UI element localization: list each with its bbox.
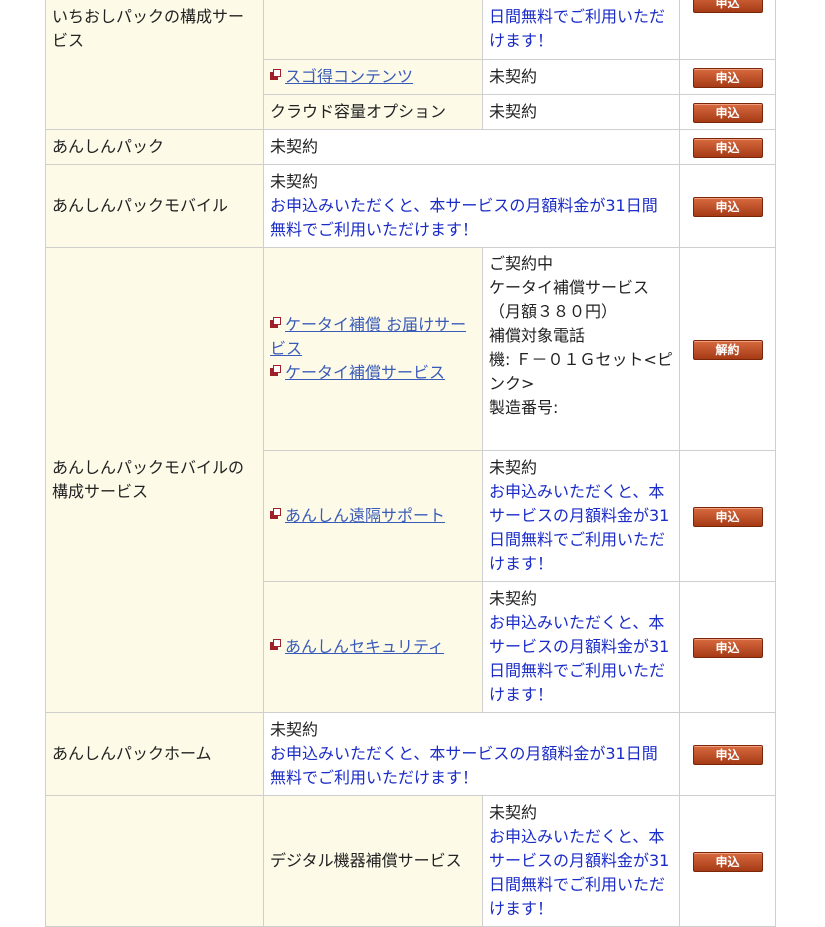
digital-group-label — [45, 795, 264, 927]
keitai-status: ご契約中 ケータイ補償サービス （月額３８０円） 補償対象電話 機: Ｆ－０１Ｇ… — [482, 247, 680, 451]
digital-service-message: お申込みいただくと、本サービスの月額料金が31日間無料でご利用いただけます！ — [489, 827, 670, 918]
table-row: デジタル機器補償サービス 未契約 お申込みいただくと、本サービスの月額料金が31… — [45, 795, 776, 927]
anshin-security-message: お申込みいただくと、本サービスの月額料金が31日間無料でご利用いただけます！ — [489, 613, 670, 704]
anshin-home-label: あんしんパックホーム — [45, 712, 264, 796]
cloud-option-apply-button[interactable]: 申込 — [692, 103, 763, 123]
table-row: いちおしパックの構成サービス 日間無料でご利用いただけます！ 申込 — [45, 0, 776, 130]
digital-service-apply-button[interactable]: 申込 — [692, 852, 763, 872]
digital-service-name: デジタル機器補償サービス — [263, 795, 483, 927]
keitai-hosho-link[interactable]: ケータイ補償サービス — [285, 363, 445, 382]
anshin-home-apply-button[interactable]: 申込 — [692, 745, 763, 765]
keitai-status-line: 補償対象電話 — [489, 326, 586, 345]
remote-support-status: 未契約 — [489, 458, 538, 477]
anshin-home-message: お申込みいただくと、本サービスの月額料金が31日間無料でご利用いただけます！ — [270, 744, 658, 787]
keitai-status-line: ご契約中 — [489, 254, 554, 273]
external-link-icon — [270, 508, 282, 520]
ichioshi-top-apply-button[interactable]: 申込 — [692, 0, 763, 13]
remote-support-message: お申込みいただくと、本サービスの月額料金が31日間無料でご利用いただけます！ — [489, 482, 670, 573]
external-link-icon — [270, 639, 282, 651]
external-link-icon — [270, 365, 282, 377]
sugotoku-status: 未契約 — [482, 59, 680, 95]
anshin-pack-status: 未契約 — [263, 129, 680, 165]
anshin-security-link[interactable]: あんしんセキュリティ — [285, 637, 444, 656]
anshin-security-apply-button[interactable]: 申込 — [692, 638, 763, 658]
keitai-status-line: （月額３８０円） — [489, 302, 618, 321]
external-link-icon — [270, 317, 282, 329]
anshin-mobile-apply-button[interactable]: 申込 — [692, 197, 763, 217]
ichioshi-components-label: いちおしパックの構成サービス — [45, 0, 264, 130]
anshin-security-status: 未契約 — [489, 589, 538, 608]
keitai-status-line: ケータイ補償サービス — [489, 278, 650, 297]
sugotoku-link[interactable]: スゴ得コンテンツ — [285, 67, 413, 86]
mobile-components-label: あんしんパックモバイルの構成サービス — [45, 247, 264, 713]
table-row: あんしんパック 未契約 申込 — [45, 129, 776, 165]
table-row: あんしんパックモバイルの構成サービス ケータイ補償 お届けサービス ケータイ補償… — [45, 247, 776, 713]
remote-support-link[interactable]: あんしん遠隔サポート — [285, 506, 445, 525]
service-table-container: いちおしパックの構成サービス 日間無料でご利用いただけます！ 申込 スゴ得コンテ… — [45, 0, 776, 927]
anshin-mobile-status: 未契約 — [270, 172, 319, 191]
cloud-option-name: クラウド容量オプション — [263, 94, 483, 130]
sugotoku-apply-button[interactable]: 申込 — [692, 68, 763, 88]
keitai-status-line: 製造番号: — [489, 398, 559, 417]
external-link-icon — [270, 69, 282, 81]
keitai-delivery-link[interactable]: ケータイ補償 お届けサービス — [270, 315, 466, 358]
keitai-status-line: 機: Ｆ－０１Ｇセット<ピンク> — [489, 350, 673, 393]
keitai-cancel-button[interactable]: 解約 — [692, 340, 763, 360]
anshin-mobile-message: お申込みいただくと、本サービスの月額料金が31日間無料でご利用いただけます！ — [270, 196, 658, 239]
service-table: いちおしパックの構成サービス 日間無料でご利用いただけます！ 申込 スゴ得コンテ… — [45, 0, 776, 927]
remote-support-apply-button[interactable]: 申込 — [692, 507, 763, 527]
digital-service-status: 未契約 — [489, 803, 538, 822]
cloud-option-status: 未契約 — [482, 94, 680, 130]
anshin-mobile-label: あんしんパックモバイル — [45, 164, 264, 248]
anshin-pack-apply-button[interactable]: 申込 — [692, 138, 763, 158]
anshin-home-status: 未契約 — [270, 720, 319, 739]
anshin-pack-label: あんしんパック — [45, 129, 264, 165]
ichioshi-top-message: 日間無料でご利用いただけます！ — [482, 0, 680, 60]
table-row: あんしんパックホーム 未契約 お申込みいただくと、本サービスの月額料金が31日間… — [45, 712, 776, 796]
ichioshi-top-links — [263, 0, 483, 60]
table-row: あんしんパックモバイル 未契約 お申込みいただくと、本サービスの月額料金が31日… — [45, 164, 776, 248]
